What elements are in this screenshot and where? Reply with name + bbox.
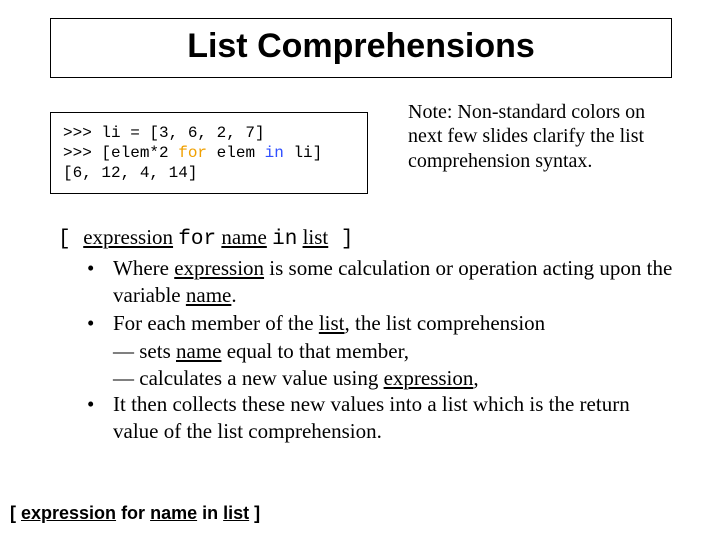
b1-name: name [186,283,231,307]
bottom-list: list [223,503,249,523]
b2s1a: — sets [113,339,176,363]
bottom-open-bracket: [ [10,503,21,523]
note-text: Note: Non-standard colors on next few sl… [408,100,680,173]
b1-expression: expression [174,256,264,280]
bullet-2: For each member of the list, the list co… [75,310,680,337]
b2a: For each member of the [113,311,319,335]
slide-title: List Comprehensions [50,18,672,78]
b2s1-name: name [176,339,221,363]
code-line-2c: li] [284,144,322,162]
syntax-pattern: [ expression for name in list ] [58,225,668,251]
bottom-for: for [121,503,145,523]
bottom-in: in [202,503,218,523]
slide: List Comprehensions >>> li = [3, 6, 2, 7… [0,0,720,540]
syntax-expression: expression [83,225,173,249]
syntax-name: name [221,225,266,249]
code-line-3: [6, 12, 4, 14] [63,164,197,182]
b2s1b: equal to that member, [221,339,409,363]
code-kw-for: for [178,144,207,162]
b1c: . [231,283,236,307]
syntax-close-bracket: ] [328,228,353,251]
bullet-1: Where expression is some calculation or … [75,255,680,309]
b2b: , the list comprehension [345,311,546,335]
bottom-expression: expression [21,503,116,523]
b1a: Where [113,256,174,280]
syntax-in: in [272,228,297,251]
bottom-syntax-pattern: [ expression for name in list ] [10,503,710,524]
bullet-2-sub2: — calculates a new value using expressio… [75,365,680,392]
syntax-open-bracket: [ [58,228,83,251]
b3: It then collects these new values into a… [113,392,630,443]
b2s2b: , [473,366,478,390]
bullet-2-sub1: — sets name equal to that member, [75,338,680,365]
b2s2-expression: expression [384,366,474,390]
code-kw-in: in [265,144,284,162]
code-example: >>> li = [3, 6, 2, 7] >>> [elem*2 for el… [50,112,368,194]
code-line-2a: [elem*2 [101,144,178,162]
bullet-list: Where expression is some calculation or … [75,255,680,446]
code-line-1: li = [3, 6, 2, 7] [101,124,264,142]
syntax-for: for [178,228,216,251]
bottom-name: name [150,503,197,523]
bullet-3: It then collects these new values into a… [75,391,680,445]
code-line-1-prompt: >>> [63,124,101,142]
syntax-list: list [303,225,329,249]
code-line-2-prompt: >>> [63,144,101,162]
b2s2a: — calculates a new value using [113,366,384,390]
code-line-2b: elem [207,144,265,162]
b2-list: list [319,311,345,335]
bottom-close-bracket: ] [249,503,260,523]
